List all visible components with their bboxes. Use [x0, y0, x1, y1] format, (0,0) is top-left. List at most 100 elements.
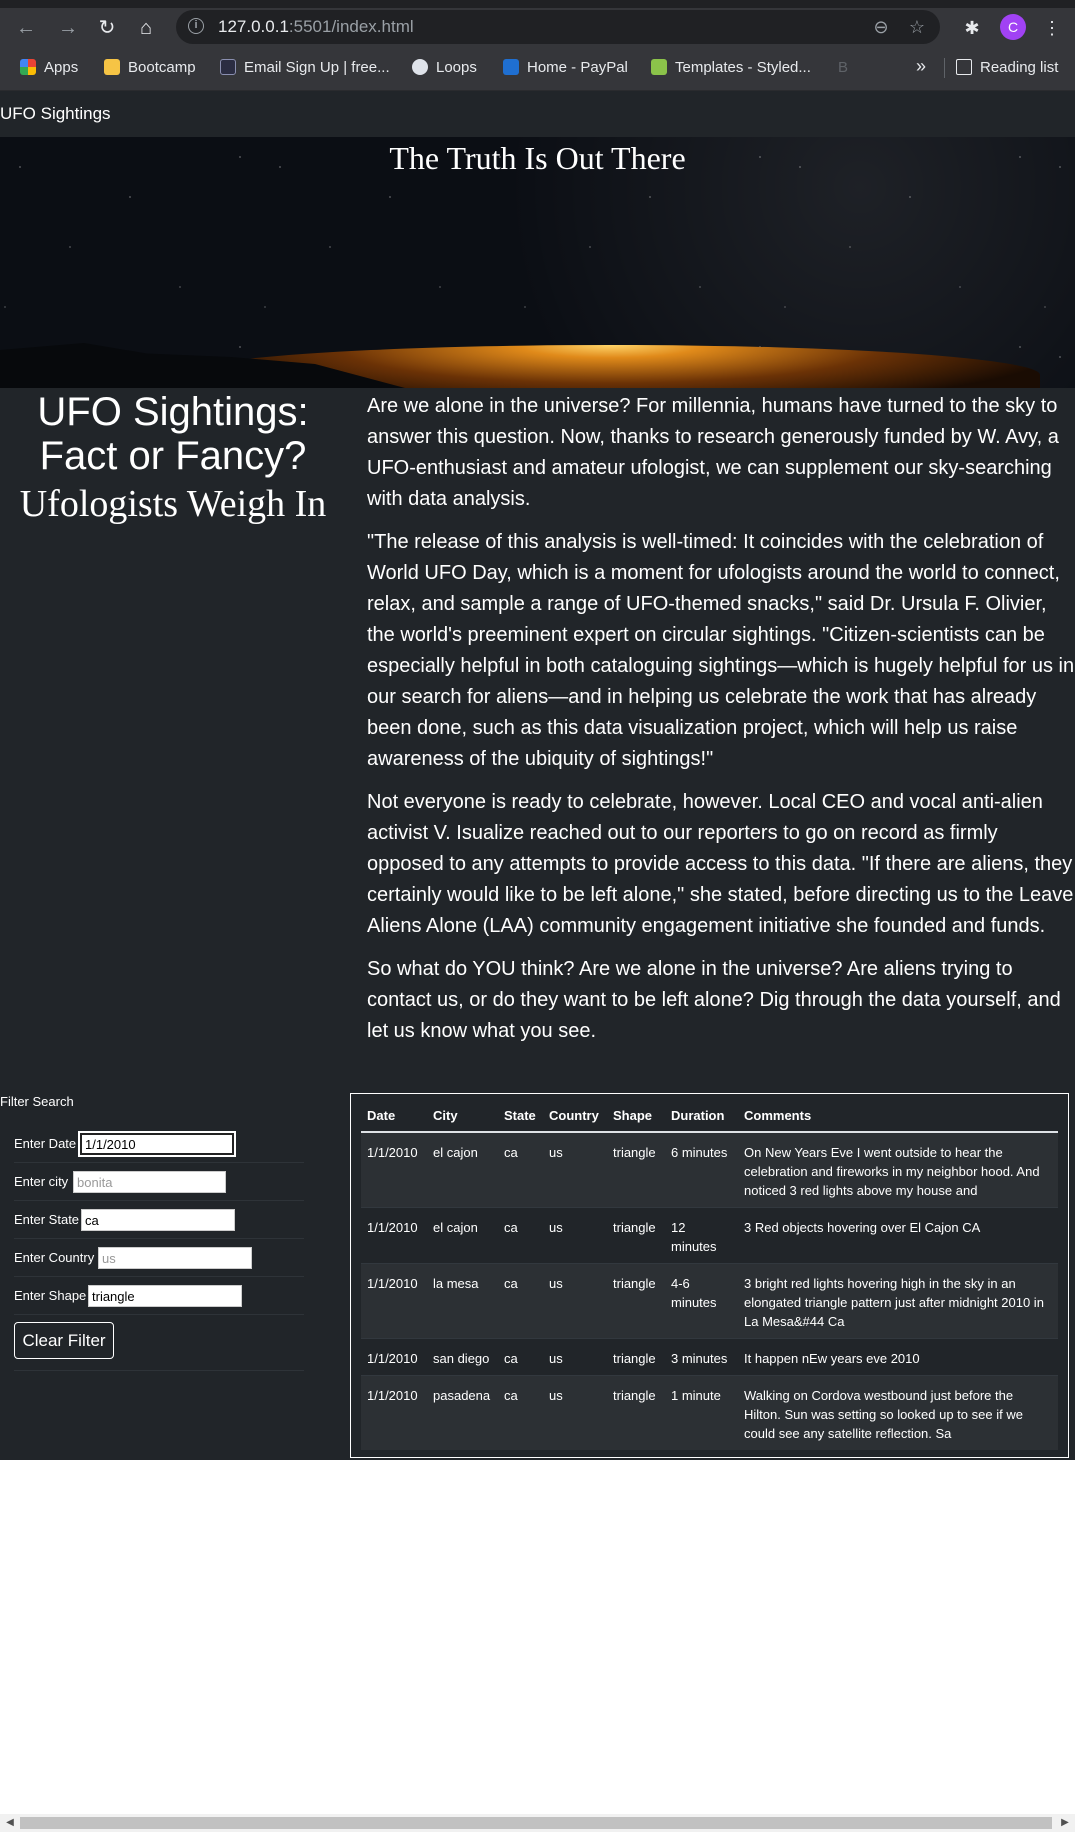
cell-comments: It happen nEw years eve 2010 [738, 1338, 1058, 1376]
column-header-city: City [427, 1098, 498, 1133]
ufo-table: Date City State Country Shape Duration C… [361, 1098, 1058, 1450]
cell-date: 1/1/2010 [361, 1375, 427, 1450]
cell-city: pasadena [427, 1375, 498, 1450]
filter-city-row: Enter city [14, 1171, 226, 1193]
cell-shape: triangle [607, 1263, 665, 1339]
cell-date: 1/1/2010 [361, 1263, 427, 1339]
browser-toolbar: ← → ↻ ⌂ i 127.0.0.1:5501/index.html ⊖ ☆ … [0, 8, 1075, 46]
table-header-row: Date City State Country Shape Duration C… [361, 1098, 1058, 1133]
article-paragraph: Are we alone in the universe? For millen… [367, 395, 1059, 510]
cell-country: us [543, 1375, 607, 1450]
date-input[interactable] [78, 1131, 236, 1157]
divider [14, 1162, 304, 1163]
home-icon[interactable]: ⌂ [134, 16, 158, 40]
filter-date-row: Enter Date [14, 1131, 236, 1157]
filter-country-label: Enter Country [14, 1250, 95, 1265]
filter-country-row: Enter Country [14, 1247, 252, 1269]
scroll-left-arrow-icon[interactable]: ◀ [3, 1816, 17, 1830]
menu-dots-icon[interactable]: ⋮ [1040, 16, 1064, 40]
cell-state: ca [498, 1375, 543, 1450]
clear-filter-button[interactable]: Clear Filter [14, 1322, 114, 1359]
results-table-container: Date City State Country Shape Duration C… [350, 1093, 1069, 1458]
cell-state: ca [498, 1207, 543, 1264]
column-header-duration: Duration [665, 1098, 738, 1133]
apps-grid-icon [20, 59, 36, 75]
filter-state-label: Enter State [14, 1212, 80, 1227]
bookmark-loops[interactable]: Loops [412, 57, 477, 79]
tab-strip [0, 0, 1075, 8]
state-input[interactable] [81, 1209, 235, 1231]
filter-date-label: Enter Date [14, 1136, 77, 1151]
reload-icon[interactable]: ↻ [95, 16, 119, 40]
article-body: Are we alone in the universe? For millen… [367, 391, 1075, 1059]
divider [14, 1238, 304, 1239]
cell-city: la mesa [427, 1263, 498, 1339]
cell-country: us [543, 1263, 607, 1339]
hero-title: The Truth Is Out There [389, 140, 686, 176]
scrollbar-thumb[interactable] [20, 1817, 1052, 1829]
column-header-shape: Shape [607, 1098, 665, 1133]
cell-shape: triangle [607, 1207, 665, 1264]
bookmark-b[interactable]: B [838, 57, 848, 79]
reading-list-icon [956, 59, 972, 75]
cell-date: 1/1/2010 [361, 1131, 427, 1208]
horizontal-scrollbar[interactable]: ◀ ▶ [0, 1814, 1075, 1832]
column-header-country: Country [543, 1098, 607, 1133]
bookmark-templates[interactable]: Templates - Styled... [651, 57, 811, 79]
address-bar[interactable]: i 127.0.0.1:5501/index.html ⊖ ☆ [176, 10, 940, 44]
bookmark-bootcamp[interactable]: Bootcamp [104, 57, 196, 79]
article-paragraph: Not everyone is ready to celebrate, howe… [367, 791, 1074, 937]
zoom-out-icon[interactable]: ⊖ [870, 16, 892, 38]
avatar[interactable]: C [1000, 14, 1026, 40]
cell-date: 1/1/2010 [361, 1338, 427, 1376]
table-row: 1/1/2010 san diego ca us triangle 3 minu… [361, 1338, 1058, 1376]
table-row: 1/1/2010 el cajon ca us triangle 6 minut… [361, 1131, 1058, 1208]
templates-favicon-icon [651, 59, 667, 75]
url-text[interactable]: 127.0.0.1:5501/index.html [218, 17, 414, 37]
cell-comments: 3 bright red lights hovering high in the… [738, 1263, 1058, 1339]
info-icon[interactable]: i [188, 18, 204, 34]
table-row: 1/1/2010 el cajon ca us triangle 12 minu… [361, 1207, 1058, 1264]
navbar-brand[interactable]: UFO Sightings [0, 104, 111, 124]
extensions-icon[interactable]: ✱ [960, 16, 984, 40]
cell-city: el cajon [427, 1131, 498, 1208]
cell-country: us [543, 1338, 607, 1376]
cell-duration: 12 minutes [665, 1207, 738, 1264]
more-bookmarks-chevron-icon[interactable]: » [916, 56, 926, 77]
scroll-right-arrow-icon[interactable]: ▶ [1058, 1816, 1072, 1830]
cell-comments: On New Years Eve I went outside to hear … [738, 1131, 1058, 1208]
country-input[interactable] [98, 1247, 252, 1269]
back-arrow-icon[interactable]: ← [14, 16, 38, 40]
bookmark-email-signup[interactable]: Email Sign Up | free... [220, 57, 390, 79]
navbar: UFO Sightings [0, 91, 1075, 137]
cell-city: san diego [427, 1338, 498, 1376]
filter-shape-label: Enter Shape [14, 1288, 87, 1303]
cell-state: ca [498, 1131, 543, 1208]
folder-icon [104, 59, 120, 75]
forward-arrow-icon[interactable]: → [56, 16, 80, 40]
filter-city-label: Enter city [14, 1174, 69, 1189]
paypal-icon [503, 59, 519, 75]
table-row: 1/1/2010 pasadena ca us triangle 1 minut… [361, 1375, 1058, 1450]
loops-favicon-icon [412, 59, 428, 75]
page-title: UFO Sightings: Fact or Fancy? [37, 390, 309, 478]
article-heading-block: UFO Sightings: Fact or Fancy? Ufologists… [0, 388, 346, 526]
cell-country: us [543, 1207, 607, 1264]
column-header-state: State [498, 1098, 543, 1133]
city-input[interactable] [73, 1171, 226, 1193]
article-paragraph: So what do YOU think? Are we alone in th… [367, 958, 1061, 1042]
reading-list-button[interactable]: Reading list [956, 57, 1058, 79]
cell-shape: triangle [607, 1338, 665, 1376]
cell-duration: 1 minute [665, 1375, 738, 1450]
column-header-comments: Comments [738, 1098, 1058, 1133]
divider [14, 1370, 304, 1371]
star-icon[interactable]: ☆ [906, 16, 928, 38]
shape-input[interactable] [88, 1285, 242, 1307]
cell-comments: 3 Red objects hovering over El Cajon CA [738, 1207, 1058, 1264]
filter-title: Filter Search [0, 1094, 74, 1109]
bookmark-apps[interactable]: Apps [20, 57, 78, 79]
divider [944, 58, 945, 78]
column-header-date: Date [361, 1098, 427, 1133]
bookmark-paypal[interactable]: Home - PayPal [503, 57, 628, 79]
bookmarks-bar: Apps Bootcamp Email Sign Up | free... Lo… [0, 46, 1075, 91]
